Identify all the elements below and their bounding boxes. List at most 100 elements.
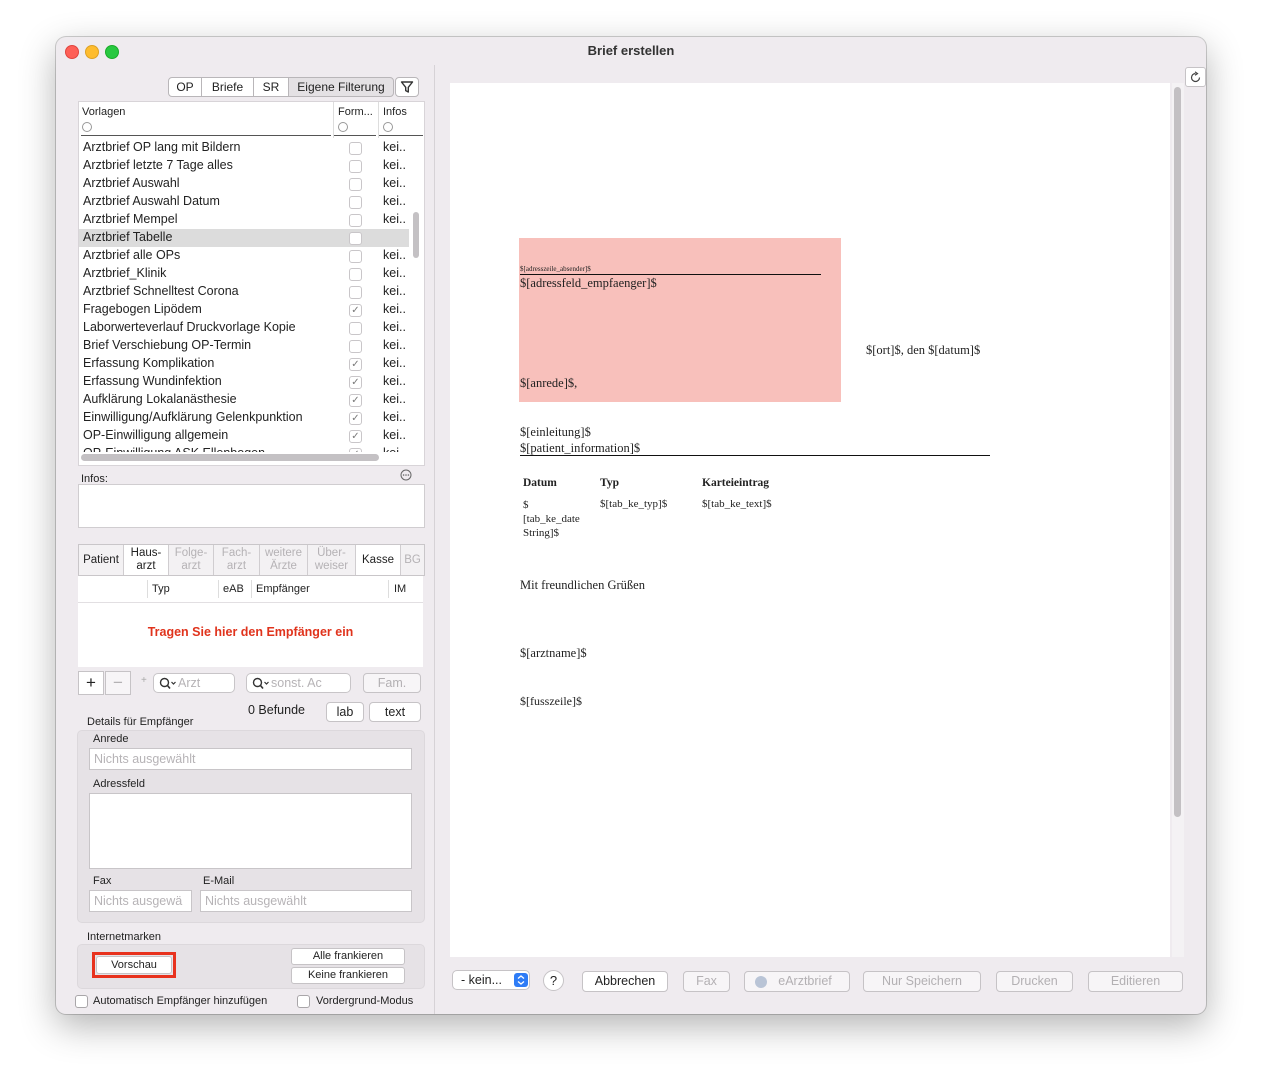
- template-form-checkbox[interactable]: ✓: [349, 358, 362, 371]
- anrede-placeholder: $[anrede]$,: [520, 376, 578, 390]
- template-row[interactable]: Aufklärung Lokalanästhesie ✓ kei..: [79, 391, 409, 409]
- template-info: kei..: [383, 158, 406, 172]
- template-name: Aufklärung Lokalanästhesie: [83, 392, 237, 406]
- column-header-empfaenger[interactable]: Empfänger: [256, 583, 310, 595]
- template-row[interactable]: Arztbrief Auswahl Datum kei..: [79, 193, 409, 211]
- arzt-search-input[interactable]: Arzt: [153, 673, 235, 693]
- recipient-tab-bg[interactable]: BG: [401, 545, 424, 575]
- recipient-tab-folgearzt[interactable]: Folge- arzt: [169, 545, 214, 575]
- preview-scrollbar[interactable]: [1172, 83, 1184, 957]
- template-form-checkbox[interactable]: [349, 196, 362, 209]
- vorlage-dropdown[interactable]: - kein...: [452, 970, 530, 990]
- template-form-checkbox[interactable]: [349, 232, 362, 245]
- editieren-button[interactable]: Editieren: [1088, 971, 1183, 992]
- template-row[interactable]: Arztbrief_Klinik kei..: [79, 265, 409, 283]
- template-row[interactable]: OP-Einwilligung allgemein ✓ kei..: [79, 427, 409, 445]
- template-form-checkbox[interactable]: [349, 340, 362, 353]
- filter-tab-op[interactable]: OP: [168, 77, 202, 97]
- earztbrief-button[interactable]: eArztbrief: [744, 971, 850, 992]
- sonst-search-input[interactable]: sonst. Ac: [246, 673, 351, 693]
- template-form-checkbox[interactable]: ✓: [349, 430, 362, 443]
- add-recipient-button[interactable]: +: [78, 671, 104, 695]
- template-row[interactable]: OP-Einwilligung ASK Ellenbogen ✓ kei..: [79, 445, 409, 452]
- template-row[interactable]: Brief Verschiebung OP-Termin kei..: [79, 337, 409, 355]
- filter-tab-eigene-filterung[interactable]: Eigene Filterung: [288, 77, 394, 97]
- fam-button[interactable]: Fam.: [363, 673, 421, 693]
- template-row[interactable]: Erfassung Komplikation ✓ kei..: [79, 355, 409, 373]
- template-row[interactable]: Fragebogen Lipödem ✓ kei..: [79, 301, 409, 319]
- template-form-checkbox[interactable]: ✓: [349, 376, 362, 389]
- keine-frankieren-button[interactable]: Keine frankieren: [291, 967, 405, 984]
- template-form-checkbox[interactable]: [349, 214, 362, 227]
- column-header-infos[interactable]: Infos: [383, 106, 407, 118]
- template-row[interactable]: Erfassung Wundinfektion ✓ kei..: [79, 373, 409, 391]
- filter-radio-vorlagen[interactable]: [82, 122, 92, 132]
- column-header-eab[interactable]: eAB: [223, 583, 244, 595]
- template-name: OP-Einwilligung allgemein: [83, 428, 229, 442]
- template-form-checkbox[interactable]: [349, 322, 362, 335]
- template-info: kei..: [383, 266, 406, 280]
- help-button[interactable]: ?: [543, 970, 564, 991]
- alle-frankieren-button[interactable]: Alle frankieren: [291, 948, 405, 965]
- template-form-checkbox[interactable]: [349, 268, 362, 281]
- infos-textarea[interactable]: [78, 484, 425, 528]
- column-header-form[interactable]: Form...: [338, 106, 373, 118]
- vordergrund-checkbox[interactable]: [297, 995, 310, 1008]
- template-row[interactable]: Arztbrief alle OPs kei..: [79, 247, 409, 265]
- refresh-button[interactable]: [1185, 67, 1206, 87]
- filter-radio-form[interactable]: [338, 122, 348, 132]
- horizontal-scrollbar-thumb[interactable]: [81, 454, 379, 461]
- filter-radio-infos[interactable]: [383, 122, 393, 132]
- anrede-field[interactable]: Nichts ausgewählt: [89, 748, 412, 770]
- template-form-checkbox[interactable]: [349, 160, 362, 173]
- fusszeile-placeholder: $[fusszeile]$: [520, 694, 582, 708]
- recipient-tab-patient[interactable]: Patient: [79, 545, 124, 575]
- fax-field[interactable]: Nichts ausgewä: [89, 890, 192, 912]
- filter-tab-sr[interactable]: SR: [253, 77, 289, 97]
- adressfeld-textarea[interactable]: [89, 793, 412, 869]
- column-header-im[interactable]: IM: [394, 583, 406, 595]
- template-form-checkbox[interactable]: ✓: [349, 304, 362, 317]
- column-header-vorlagen[interactable]: Vorlagen: [82, 106, 125, 118]
- recipient-tab-kasse[interactable]: Kasse: [356, 545, 401, 575]
- template-row[interactable]: Arztbrief letzte 7 Tage alles kei..: [79, 157, 409, 175]
- template-form-checkbox[interactable]: [349, 142, 362, 155]
- vorschau-button[interactable]: Vorschau: [96, 956, 172, 974]
- template-row[interactable]: Arztbrief Mempel kei..: [79, 211, 409, 229]
- remove-recipient-button[interactable]: −: [105, 671, 131, 695]
- more-options-icon[interactable]: [400, 469, 412, 481]
- filter-tab-briefe[interactable]: Briefe: [201, 77, 254, 97]
- fax-button[interactable]: Fax: [683, 971, 730, 992]
- auto-empfaenger-checkbox[interactable]: [75, 995, 88, 1008]
- template-row[interactable]: Arztbrief Tabelle: [79, 229, 409, 247]
- template-form-checkbox[interactable]: ✓: [349, 394, 362, 407]
- column-divider: [378, 102, 379, 138]
- recipient-tab-weitere-aerzte[interactable]: weitere Ärzte: [260, 545, 308, 575]
- template-form-checkbox[interactable]: [349, 286, 362, 299]
- vordergrund-label: Vordergrund-Modus: [316, 995, 414, 1007]
- lab-button[interactable]: lab: [326, 702, 364, 722]
- abbrechen-button[interactable]: Abbrechen: [582, 971, 668, 992]
- recipient-tab-hausarzt[interactable]: Haus- arzt: [124, 545, 169, 575]
- template-name: Arztbrief Auswahl Datum: [83, 194, 220, 208]
- drucken-button[interactable]: Drucken: [996, 971, 1073, 992]
- template-form-checkbox[interactable]: ✓: [349, 412, 362, 425]
- recipient-tab-ueberweiser[interactable]: Über- weiser: [308, 545, 356, 575]
- vertical-scrollbar-thumb[interactable]: [413, 212, 419, 258]
- template-row[interactable]: Laborwerteverlauf Druckvorlage Kopie kei.…: [79, 319, 409, 337]
- recipient-tab-facharzt[interactable]: Fach- arzt: [214, 545, 260, 575]
- text-button[interactable]: text: [369, 702, 421, 722]
- template-form-checkbox[interactable]: [349, 178, 362, 191]
- template-row[interactable]: Einwilligung/Aufklärung Gelenkpunktion ✓ k…: [79, 409, 409, 427]
- email-field[interactable]: Nichts ausgewählt: [200, 890, 412, 912]
- template-form-checkbox[interactable]: ✓: [349, 448, 362, 452]
- template-form-checkbox[interactable]: [349, 250, 362, 263]
- nur-speichern-button[interactable]: Nur Speichern: [863, 971, 981, 992]
- column-header-typ[interactable]: Typ: [152, 583, 170, 595]
- template-row[interactable]: Arztbrief Auswahl kei..: [79, 175, 409, 193]
- filter-funnel-button[interactable]: [395, 77, 419, 97]
- preview-scrollbar-thumb[interactable]: [1174, 87, 1181, 817]
- vertical-scrollbar[interactable]: [410, 139, 424, 452]
- template-row[interactable]: Arztbrief OP lang mit Bildern kei..: [79, 139, 409, 157]
- template-row[interactable]: Arztbrief Schnelltest Corona kei..: [79, 283, 409, 301]
